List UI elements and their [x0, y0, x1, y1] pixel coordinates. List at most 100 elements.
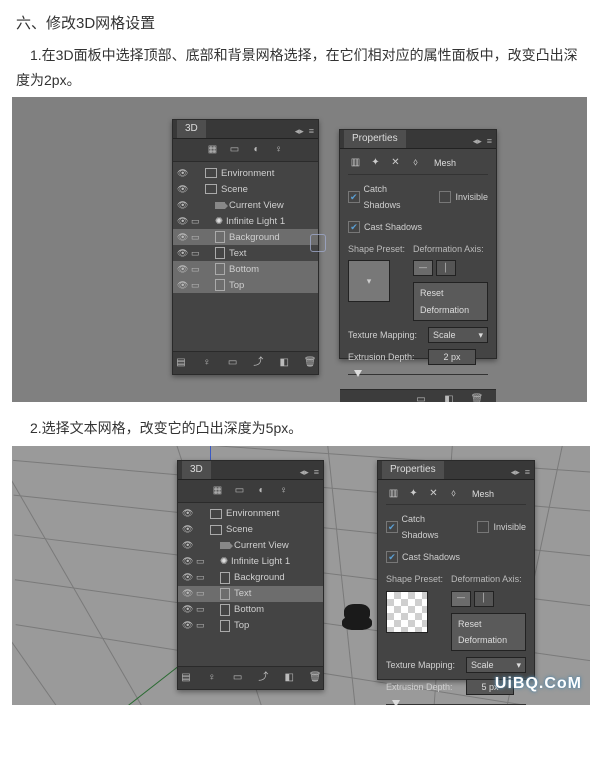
panel-3d-tabbar: 3D ◂▸≡: [173, 120, 318, 139]
icon-trash[interactable]: 🗑: [307, 670, 323, 686]
row-bottom[interactable]: 👁▭Bottom: [173, 261, 318, 277]
properties-footer: ▭ ◧ 🗑: [340, 389, 496, 402]
icon-camera[interactable]: ▭: [225, 355, 241, 371]
panel-3d-2: 3D ◂▸≡ ▦ ▭ ◐ ♀ 👁Environment 👁Scene 👁Curre…: [177, 460, 324, 690]
row-scene[interactable]: 👁Scene: [173, 181, 318, 197]
section-heading: 六、修改3D网格设置: [16, 10, 584, 37]
row-label: Top: [229, 277, 244, 294]
row-scene[interactable]: 👁Scene: [178, 522, 323, 538]
icon-add[interactable]: ⤴: [251, 355, 267, 371]
coord-icon[interactable]: ⬨: [446, 487, 461, 500]
row-label: Current View: [229, 197, 284, 214]
properties-tab[interactable]: Properties: [344, 130, 406, 148]
row-current-view[interactable]: 👁Current View: [178, 538, 323, 554]
icon-trash[interactable]: 🗑: [302, 355, 318, 371]
coord-icon[interactable]: ⬨: [408, 157, 423, 170]
deform-icon[interactable]: ✦: [406, 487, 421, 500]
reset-deformation-button[interactable]: Reset Deformation: [451, 613, 526, 651]
deformation-axis-label: Deformation Axis:: [413, 241, 488, 257]
filter-light-icon[interactable]: ♀: [275, 483, 293, 499]
checkbox-cast-shadows[interactable]: ✔Cast Shadows: [348, 219, 422, 235]
row-text[interactable]: 👁▭Text: [178, 586, 323, 602]
row-bottom[interactable]: 👁▭Bottom: [178, 602, 323, 618]
properties-menu[interactable]: ◂▸≡: [511, 464, 530, 480]
cap-icon[interactable]: ✕: [426, 487, 441, 500]
render-icon[interactable]: ▭: [412, 392, 430, 402]
row-infinite-light[interactable]: 👁▭✺Infinite Light 1: [173, 213, 318, 229]
step1-text: 1.在3D面板中选择顶部、底部和背景网格选择，在它们相对应的属性面板中，改变凸出…: [16, 43, 584, 93]
shape-preset-swatch[interactable]: ▾: [348, 260, 390, 302]
text-mesh-shadow2: [342, 616, 372, 630]
row-label: Bottom: [229, 261, 259, 278]
figure-2: 3D ◂▸≡ ▦ ▭ ◐ ♀ 👁Environment 👁Scene 👁Curre…: [12, 446, 590, 705]
axis-h[interactable]: —: [413, 260, 433, 276]
properties-tabbar: Properties ◂▸≡: [340, 130, 496, 149]
step2-text: 2.选择文本网格，改变它的凸出深度为5px。: [16, 416, 584, 441]
deform-icon[interactable]: ✦: [368, 157, 383, 170]
row-background[interactable]: 👁▭Background: [178, 570, 323, 586]
filter-all-icon[interactable]: ▦: [209, 483, 227, 499]
panel-3d-footer: ▤ ♀ ▭ ⤴ ◧ 🗑: [173, 351, 318, 374]
checkbox-cast-shadows[interactable]: ✔Cast Shadows: [386, 549, 460, 565]
trash-icon[interactable]: 🗑: [468, 392, 486, 402]
row-background[interactable]: 👁▭Background: [173, 229, 318, 245]
icon-render[interactable]: ◧: [281, 670, 297, 686]
row-label: Infinite Light 1: [226, 213, 285, 230]
checkbox-invisible[interactable]: Invisible: [439, 189, 488, 205]
icon-add[interactable]: ⤴: [256, 670, 272, 686]
checkbox-catch-shadows[interactable]: ✔Catch Shadows: [348, 181, 423, 213]
panel-3d-menu[interactable]: ◂▸≡: [300, 464, 319, 480]
filter-all-icon[interactable]: ▦: [204, 142, 222, 158]
panel-3d: 3D ◂▸≡ ▦ ▭ ◐ ♀ 👁Environment 👁Scene 👁Curr…: [172, 119, 319, 375]
properties-tab[interactable]: Properties: [382, 461, 444, 479]
checkbox-catch-shadows[interactable]: ✔Catch Shadows: [386, 511, 461, 543]
row-environment[interactable]: 👁Environment: [173, 165, 318, 181]
properties-menu[interactable]: ◂▸≡: [473, 133, 492, 149]
panel-3d-menu[interactable]: ◂▸≡: [295, 123, 314, 139]
shape-preset-label: Shape Preset:: [348, 241, 405, 257]
properties-section-icons: ▥ ✦ ✕ ⬨ Mesh: [348, 155, 488, 174]
row-environment[interactable]: 👁Environment: [178, 506, 323, 522]
cap-icon[interactable]: ✕: [388, 157, 403, 170]
axis-v[interactable]: │: [436, 260, 456, 276]
checkbox-invisible[interactable]: Invisible: [477, 519, 526, 535]
panel-properties-2: Properties◂▸≡ ▥ ✦ ✕ ⬨ Mesh ✔Catch Shadow…: [377, 460, 535, 680]
row-text[interactable]: 👁▭Text: [173, 245, 318, 261]
scene-list: 👁Environment 👁Scene 👁Current View 👁▭✺Inf…: [173, 162, 318, 296]
row-top[interactable]: 👁▭Top: [173, 277, 318, 293]
row-infinite-light[interactable]: 👁▭✺Infinite Light 1: [178, 554, 323, 570]
extrusion-slider[interactable]: [348, 369, 488, 379]
reset-deformation-button[interactable]: Reset Deformation: [413, 282, 488, 320]
icon-render[interactable]: ◧: [276, 355, 292, 371]
filter-light-icon[interactable]: ♀: [270, 142, 288, 158]
filter-mat-icon[interactable]: ◐: [253, 483, 271, 499]
chk-label: Cast Shadows: [364, 219, 422, 235]
footer-icon[interactable]: ◧: [440, 392, 458, 402]
mesh-icon[interactable]: ▥: [348, 157, 363, 170]
filter-mesh-icon[interactable]: ▭: [231, 483, 249, 499]
mesh-icon[interactable]: ▥: [386, 487, 401, 500]
row-label: Scene: [221, 181, 248, 198]
icon-layers[interactable]: ▤: [178, 670, 194, 686]
chk-label: Catch Shadows: [364, 181, 424, 213]
icon-camera[interactable]: ▭: [230, 670, 246, 686]
axis-v[interactable]: │: [474, 591, 494, 607]
row-label: Environment: [221, 165, 274, 182]
filter-mat-icon[interactable]: ◐: [248, 142, 266, 158]
row-label: Background: [229, 229, 280, 246]
row-current-view[interactable]: 👁Current View: [173, 197, 318, 213]
icon-layers[interactable]: ▤: [173, 355, 189, 371]
extrusion-depth-input[interactable]: 2 px: [428, 349, 476, 365]
icon-light[interactable]: ♀: [204, 670, 220, 686]
panel-3d-tab[interactable]: 3D: [182, 461, 211, 479]
texture-mapping-select[interactable]: Scale▾: [428, 327, 488, 343]
icon-light[interactable]: ♀: [199, 355, 215, 371]
figure-1: 3D ◂▸≡ ▦ ▭ ◐ ♀ 👁Environment 👁Scene 👁Curr…: [12, 97, 587, 402]
panel-3d-tab[interactable]: 3D: [177, 120, 206, 138]
extrusion-slider[interactable]: [386, 699, 526, 704]
extrusion-depth-label: Extrusion Depth:: [348, 349, 420, 365]
shape-preset-swatch[interactable]: [386, 591, 428, 633]
filter-mesh-icon[interactable]: ▭: [226, 142, 244, 158]
axis-h[interactable]: —: [451, 591, 471, 607]
row-top[interactable]: 👁▭Top: [178, 618, 323, 634]
